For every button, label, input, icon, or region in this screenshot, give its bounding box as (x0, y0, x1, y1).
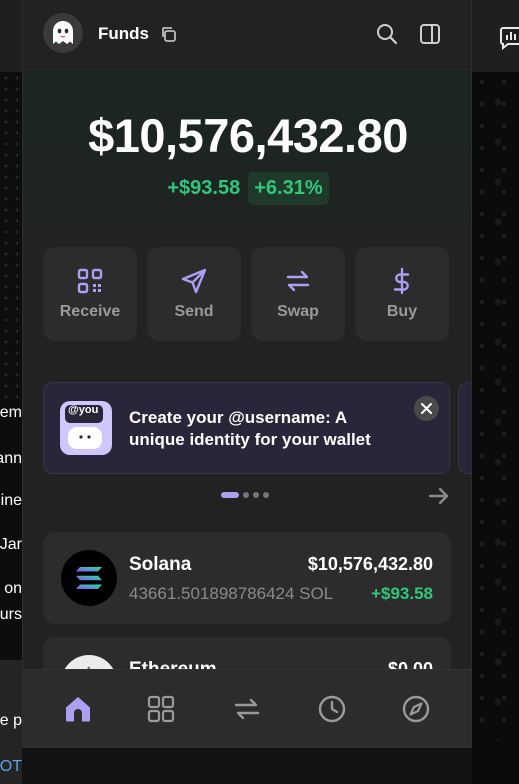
background-app-right (472, 0, 519, 784)
carousel-dot[interactable] (243, 492, 249, 498)
swap-icon (234, 698, 260, 720)
total-balance: $10,576,432.80 (88, 109, 408, 162)
swap-icon (286, 270, 310, 292)
ghost-icon (53, 21, 73, 44)
wallet-window: Funds $10,576,432.80 +$93.58 +6.31% Rece… (22, 0, 472, 748)
qr-code-icon (77, 268, 103, 294)
promo-text: Create your @username: A unique identity… (129, 408, 371, 449)
background-topbar (0, 0, 22, 72)
background-text: e p (0, 712, 22, 729)
carousel-dot-active[interactable] (221, 492, 239, 498)
token-row-solana[interactable]: Solana $10,576,432.80 43661.501898786424… (43, 532, 451, 624)
background-text: on (4, 580, 22, 597)
carousel-dot[interactable] (253, 492, 259, 498)
collectibles-icon (147, 695, 175, 723)
solana-logo-icon (61, 550, 117, 606)
promo-close-button[interactable] (414, 396, 439, 421)
background-pattern (472, 72, 519, 784)
arrow-right-icon[interactable] (428, 485, 450, 507)
history-icon (318, 695, 346, 723)
tab-history[interactable] (315, 692, 349, 726)
chat-stats-icon[interactable] (500, 26, 519, 50)
send-icon (181, 268, 207, 294)
receive-label: Receive (59, 303, 121, 320)
buy-button[interactable]: Buy (355, 247, 449, 341)
account-avatar[interactable] (43, 13, 83, 53)
balance-change-row: +$93.58 +6.31% (23, 172, 471, 205)
tab-swap[interactable] (230, 692, 264, 726)
background-text: ine (0, 492, 22, 509)
tab-explore[interactable] (399, 692, 433, 726)
token-change: +$93.58 (371, 584, 433, 603)
tab-collectibles[interactable] (144, 692, 178, 726)
home-icon (66, 697, 90, 722)
background-text: em (0, 404, 22, 421)
bottom-tab-bar (23, 669, 471, 748)
swap-label: Swap (277, 303, 319, 320)
buy-label: Buy (386, 303, 418, 320)
wallet-header: Funds (23, 0, 471, 70)
promo-card-next[interactable] (458, 382, 471, 474)
background-blocker (472, 740, 519, 784)
balance-change-amount: +$93.58 (167, 177, 241, 199)
balance-change-percent: +6.31% (248, 172, 329, 205)
account-name[interactable]: Funds (98, 24, 149, 44)
quick-actions: Receive Send Swap Buy (43, 247, 449, 341)
send-button[interactable]: Send (147, 247, 241, 341)
explore-icon (402, 695, 430, 723)
token-quantity: 43661.501898786424 SOL (129, 584, 334, 603)
dollar-icon (393, 267, 410, 295)
swap-button[interactable]: Swap (251, 247, 345, 341)
background-app-left: em ann ine Jar on urs e p W BOT (0, 0, 22, 784)
tab-home[interactable] (61, 692, 95, 726)
receive-button[interactable]: Receive (43, 247, 137, 341)
sidebar-icon[interactable] (419, 23, 441, 45)
background-bot-button[interactable]: W BOT (0, 758, 22, 782)
background-pattern (0, 72, 22, 402)
background-text: urs (0, 606, 22, 623)
username-badge-text: @you (68, 404, 99, 416)
send-label: Send (174, 303, 214, 320)
search-icon[interactable] (376, 23, 398, 45)
copy-icon[interactable] (160, 26, 177, 43)
token-value: $10,576,432.80 (307, 554, 433, 574)
background-text: ann (0, 450, 22, 467)
carousel-dots (221, 492, 269, 498)
close-icon (421, 403, 432, 414)
background-text: Jar (0, 536, 22, 553)
promo-card-username[interactable]: @you Create your @username: A unique ide… (43, 382, 450, 474)
carousel-dot[interactable] (263, 492, 269, 498)
token-name: Solana (129, 554, 192, 575)
